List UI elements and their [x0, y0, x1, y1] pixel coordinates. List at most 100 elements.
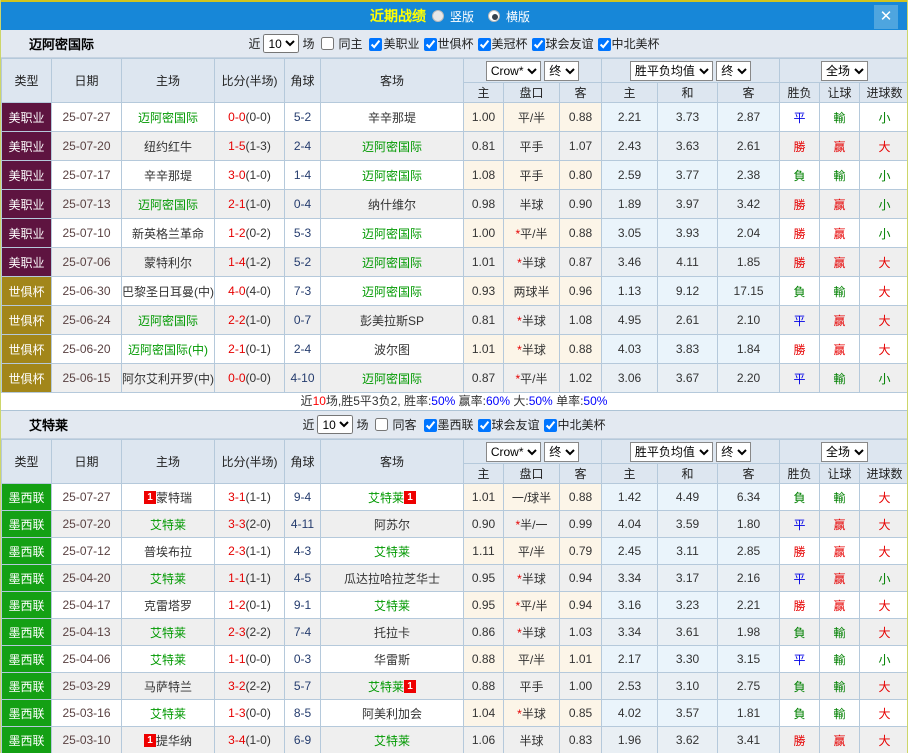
league-checkbox[interactable] — [478, 419, 491, 432]
league-checkbox[interactable] — [424, 419, 437, 432]
team-link[interactable]: 新英格兰革命 — [132, 227, 204, 241]
type-cell: 墨西联 — [2, 592, 52, 619]
team-link[interactable]: 艾特莱 — [150, 572, 186, 586]
same-venue-checkbox[interactable] — [321, 37, 334, 50]
team-link[interactable]: 阿尔艾利开罗(中) — [122, 372, 214, 386]
team-link[interactable]: 迈阿密国际 — [138, 111, 198, 125]
team-link[interactable]: 迈阿密国际 — [362, 285, 422, 299]
team-link[interactable]: 辛辛那堤 — [368, 111, 416, 125]
near-count-select[interactable]: 10 — [263, 34, 299, 53]
full-match-select[interactable]: 全场 — [821, 61, 868, 81]
team-link[interactable]: 艾特莱 — [368, 491, 404, 505]
team-link[interactable]: 艾特莱 — [150, 653, 186, 667]
team-link[interactable]: 蒙特瑞 — [156, 491, 192, 505]
corner-cell: 2-4 — [285, 335, 321, 364]
team-link[interactable]: 托拉卡 — [374, 626, 410, 640]
team-link[interactable]: 蒙特利尔 — [144, 256, 192, 270]
handicap-cell: *半球 — [504, 335, 560, 364]
same-venue-checkbox[interactable] — [375, 418, 388, 431]
team-link[interactable]: 迈阿密国际 — [362, 227, 422, 241]
league-checkbox-label[interactable]: 中北美杯 — [558, 418, 606, 432]
date-cell: 25-07-27 — [52, 103, 122, 132]
team-link[interactable]: 马萨特兰 — [144, 680, 192, 694]
corner-cell: 4-11 — [285, 511, 321, 538]
avg-stage-select[interactable]: 终 — [716, 442, 751, 462]
horizontal-layout-radio[interactable] — [488, 10, 500, 22]
avg-draw-cell: 3.59 — [658, 511, 718, 538]
team-link[interactable]: 阿美利加会 — [362, 707, 422, 721]
team-link[interactable]: 普埃布拉 — [144, 545, 192, 559]
league-checkbox-label[interactable]: 世俱杯 — [438, 37, 474, 51]
wdl-avg-select[interactable]: 胜平负均值 — [630, 61, 713, 81]
score-cell: 4-0(4-0) — [215, 277, 285, 306]
avg-stage-select[interactable]: 终 — [716, 61, 751, 81]
team-link[interactable]: 瓜达拉哈拉芝华士 — [344, 572, 440, 586]
odds-home-cell: 1.08 — [464, 161, 504, 190]
league-checkbox[interactable] — [424, 38, 437, 51]
league-checkbox[interactable] — [478, 38, 491, 51]
vertical-layout-label[interactable]: 竖版 — [450, 8, 474, 25]
full-match-select[interactable]: 全场 — [821, 442, 868, 462]
league-checkbox-label[interactable]: 美冠杯 — [492, 37, 528, 51]
fulltime-score: 2-1 — [228, 197, 245, 211]
team-link[interactable]: 迈阿密国际 — [138, 198, 198, 212]
league-checkbox[interactable] — [369, 38, 382, 51]
team-link[interactable]: 艾特莱 — [374, 545, 410, 559]
result-handicap-cell: 赢 — [820, 727, 860, 753]
result-handicap-cell: 赢 — [820, 306, 860, 335]
league-checkbox-label[interactable]: 中北美杯 — [612, 37, 660, 51]
horizontal-layout-label[interactable]: 横版 — [506, 8, 530, 25]
avg-draw-cell: 3.11 — [658, 538, 718, 565]
team-link[interactable]: 艾特莱 — [150, 626, 186, 640]
result-goals-cell: 小 — [860, 646, 908, 673]
team-link[interactable]: 提华纳 — [156, 734, 192, 748]
score-cell: 3-4(1-0) — [215, 727, 285, 753]
team-link[interactable]: 艾特莱 — [150, 707, 186, 721]
team-link[interactable]: 迈阿密国际 — [362, 169, 422, 183]
near-count-select[interactable]: 10 — [317, 415, 353, 434]
handicap-cell: 半球 — [504, 727, 560, 753]
team-link[interactable]: 阿苏尔 — [374, 518, 410, 532]
team-link[interactable]: 迈阿密国际 — [362, 372, 422, 386]
league-checkbox-label[interactable]: 球会友谊 — [546, 37, 594, 51]
col-away: 客场 — [321, 440, 464, 484]
odds-stage-select[interactable]: 终 — [544, 442, 579, 462]
odds-stage-select[interactable]: 终 — [544, 61, 579, 81]
vertical-layout-radio[interactable] — [432, 10, 444, 22]
bookmaker-select[interactable]: Crow* — [486, 61, 541, 81]
team-link[interactable]: 艾特莱 — [374, 734, 410, 748]
wdl-avg-select[interactable]: 胜平负均值 — [630, 442, 713, 462]
score-cell: 2-3(1-1) — [215, 538, 285, 565]
team-link[interactable]: 克雷塔罗 — [144, 599, 192, 613]
team-link[interactable]: 波尔图 — [374, 343, 410, 357]
league-checkbox-label[interactable]: 墨西联 — [438, 418, 474, 432]
league-checkbox[interactable] — [544, 419, 557, 432]
team-link[interactable]: 艾特莱 — [374, 599, 410, 613]
away-team-cell: 艾特莱 — [321, 592, 464, 619]
league-checkbox-label[interactable]: 美职业 — [383, 37, 419, 51]
team-link[interactable]: 辛辛那堤 — [144, 169, 192, 183]
type-cell: 世俱杯 — [2, 277, 52, 306]
team-link[interactable]: 迈阿密国际 — [362, 256, 422, 270]
team-link[interactable]: 巴黎圣日耳曼(中) — [122, 285, 214, 299]
league-checkbox[interactable] — [598, 38, 611, 51]
close-button[interactable]: ✕ — [874, 5, 898, 29]
bookmaker-select[interactable]: Crow* — [486, 442, 541, 462]
team-link[interactable]: 纳什维尔 — [368, 198, 416, 212]
team-link[interactable]: 纽约红牛 — [144, 140, 192, 154]
team-link[interactable]: 迈阿密国际(中) — [128, 343, 208, 357]
corner-cell: 9-1 — [285, 592, 321, 619]
halftime-score: (1-0) — [246, 313, 271, 327]
team-link[interactable]: 迈阿密国际 — [362, 140, 422, 154]
avg-away-cell: 6.34 — [718, 484, 780, 511]
score-cell: 3-3(2-0) — [215, 511, 285, 538]
team-name: 艾特莱 — [29, 415, 68, 434]
team-link[interactable]: 迈阿密国际 — [138, 314, 198, 328]
team-link[interactable]: 艾特莱 — [150, 518, 186, 532]
league-checkbox[interactable] — [532, 38, 545, 51]
team-link[interactable]: 艾特莱 — [368, 680, 404, 694]
team-link[interactable]: 彭美拉斯SP — [360, 314, 424, 328]
league-checkbox-label[interactable]: 球会友谊 — [492, 418, 540, 432]
result-goals-cell: 大 — [860, 592, 908, 619]
team-link[interactable]: 华雷斯 — [374, 653, 410, 667]
